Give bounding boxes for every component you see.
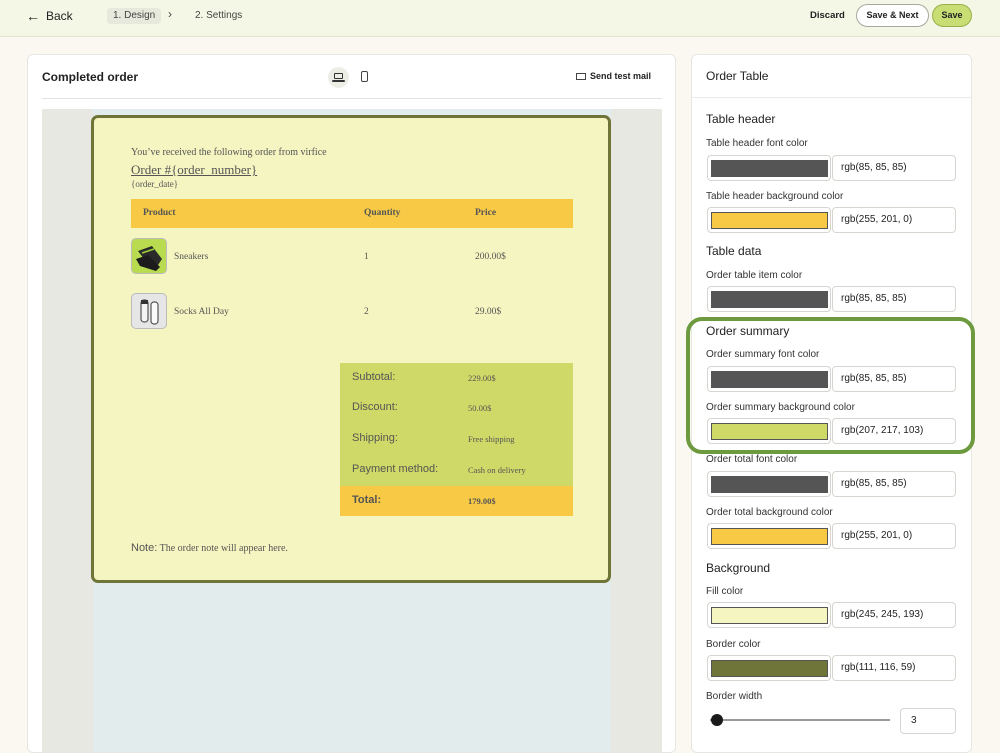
item-quantity: 2 (364, 307, 369, 317)
color-swatch (711, 476, 828, 493)
summary-value: 229.00$ (468, 373, 496, 383)
note-label: Note: (131, 542, 158, 554)
back-button[interactable]: ← Back (26, 8, 73, 24)
section-table-data: Table data (706, 244, 762, 258)
table-header: Product Quantity Price (131, 199, 573, 228)
send-test-mail-button[interactable]: Send test mail (576, 71, 651, 81)
arrow-left-icon: ← (26, 8, 40, 24)
order-number: Order #{order_number} (131, 162, 258, 177)
divider (42, 98, 662, 99)
note-text: The order note will appear here. (159, 543, 288, 554)
color-swatch (711, 528, 828, 545)
color-picker[interactable] (707, 207, 831, 233)
field-label: Table header font color (706, 138, 808, 149)
color-value-input[interactable]: rgb(85, 85, 85) (832, 286, 956, 312)
preview-title: Completed order (42, 70, 139, 84)
section-background: Background (706, 561, 771, 575)
border-width-input[interactable]: 3 (900, 708, 956, 734)
item-name: Sneakers (174, 252, 209, 262)
color-value-input[interactable]: rgb(255, 201, 0) (832, 207, 956, 233)
field-label: Order table item color (706, 270, 803, 281)
divider (692, 97, 971, 98)
color-swatch (711, 660, 828, 677)
color-value-input[interactable]: rgb(85, 85, 85) (832, 155, 956, 181)
item-price: 29.00$ (475, 307, 502, 317)
send-test-mail-label: Send test mail (590, 71, 652, 81)
email-preview-area: You’ve received the following order from… (42, 109, 662, 752)
color-value-input[interactable]: rgb(111, 116, 59) (832, 655, 956, 681)
product-image (131, 293, 167, 329)
summary-label: Shipping: (352, 432, 398, 444)
order-table-block[interactable]: You’ve received the following order from… (91, 115, 611, 583)
field-label: Border color (706, 639, 761, 650)
discard-button[interactable]: Discard (810, 8, 845, 24)
field-label: Table header background color (706, 191, 844, 202)
summary-row: Shipping: Free shipping (340, 424, 573, 454)
preview-card: Completed order Send test mail You’ve re… (27, 54, 676, 753)
color-picker[interactable] (707, 471, 831, 497)
border-width-label: Border width (706, 691, 763, 702)
panel-title: Order Table (706, 69, 769, 83)
order-note: Note: The order note will appear here. (131, 542, 288, 554)
border-width-slider-handle[interactable] (711, 714, 723, 726)
product-image (131, 238, 167, 274)
border-width-slider-track[interactable] (710, 719, 890, 721)
summary-value: 50.00$ (468, 403, 492, 413)
save-next-button[interactable]: Save & Next (856, 4, 929, 27)
summary-row: Subtotal: 229.00$ (340, 363, 573, 393)
order-date: {order_date} (131, 179, 179, 189)
color-picker[interactable] (707, 655, 831, 681)
field-label: Order total background color (706, 507, 833, 518)
section-table-header: Table header (706, 112, 776, 126)
field-label: Order total font color (706, 454, 798, 465)
order-summary-highlight (686, 317, 975, 454)
color-picker[interactable] (707, 523, 831, 549)
color-swatch (711, 160, 828, 177)
color-value-input[interactable]: rgb(85, 85, 85) (832, 471, 956, 497)
desktop-icon[interactable] (328, 67, 349, 88)
color-picker[interactable] (707, 286, 831, 312)
mail-icon (576, 72, 586, 80)
step-design[interactable]: 1. Design (107, 8, 162, 24)
color-swatch (711, 607, 828, 624)
item-name: Socks All Day (174, 307, 229, 317)
back-label: Back (46, 9, 73, 23)
save-button[interactable]: Save (932, 4, 972, 27)
summary-row: Discount: 50.00$ (340, 393, 573, 423)
color-picker[interactable] (707, 155, 831, 181)
header-product: Product (143, 208, 176, 218)
total-label: Total: (352, 494, 382, 506)
step-settings[interactable]: 2. Settings (195, 8, 242, 24)
total-value: 179.00$ (468, 496, 496, 506)
top-bar: ← Back 1. Design › 2. Settings Discard S… (0, 0, 1000, 37)
summary-row: Payment method: Cash on delivery (340, 455, 573, 485)
item-price: 200.00$ (475, 252, 506, 262)
color-value-input[interactable]: rgb(245, 245, 193) (832, 602, 956, 628)
summary-value: Cash on delivery (468, 465, 526, 475)
color-value-input[interactable]: rgb(255, 201, 0) (832, 523, 956, 549)
item-quantity: 1 (364, 252, 369, 262)
email-intro: You’ve received the following order from… (131, 147, 327, 158)
header-price: Price (475, 208, 497, 218)
order-total: Total: 179.00$ (340, 486, 573, 516)
header-quantity: Quantity (364, 208, 401, 218)
summary-label: Payment method: (352, 463, 439, 475)
summary-label: Discount: (352, 401, 398, 413)
color-picker[interactable] (707, 602, 831, 628)
field-label: Fill color (706, 586, 744, 597)
color-swatch (711, 212, 828, 229)
summary-label: Subtotal: (352, 371, 396, 383)
mobile-icon[interactable] (355, 67, 376, 88)
summary-value: Free shipping (468, 434, 515, 444)
chevron-right-icon: › (168, 7, 172, 21)
color-swatch (711, 291, 828, 308)
